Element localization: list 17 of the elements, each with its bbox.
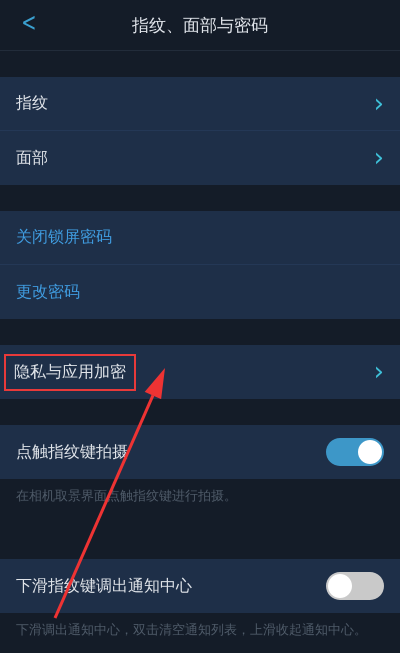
row-label: 点触指纹键拍摄 (16, 442, 128, 462)
chevron-icon: › (374, 359, 384, 385)
description-text: 下滑调出通知中心，双击清空通知列表，上滑收起通知中心。 (16, 623, 367, 638)
settings-row[interactable]: 隐私与应用加密 › (0, 345, 400, 399)
settings-row[interactable]: 指纹 › (0, 77, 400, 131)
toggle-switch[interactable] (326, 572, 384, 600)
settings-link[interactable]: 关闭锁屏密码 (16, 227, 112, 248)
chevron-icon: › (374, 145, 384, 171)
row-label: 指纹 (16, 93, 48, 114)
settings-link[interactable]: 更改密码 (16, 282, 80, 302)
row-label: 隐私与应用加密 (14, 362, 126, 380)
chevron-icon: › (374, 90, 384, 116)
page-title: 指纹、面部与密码 (132, 14, 268, 36)
toggle-switch[interactable] (326, 438, 384, 466)
back-button[interactable]: < (17, 8, 41, 38)
settings-row[interactable]: 面部 › (0, 131, 400, 185)
row-label: 面部 (16, 148, 48, 168)
